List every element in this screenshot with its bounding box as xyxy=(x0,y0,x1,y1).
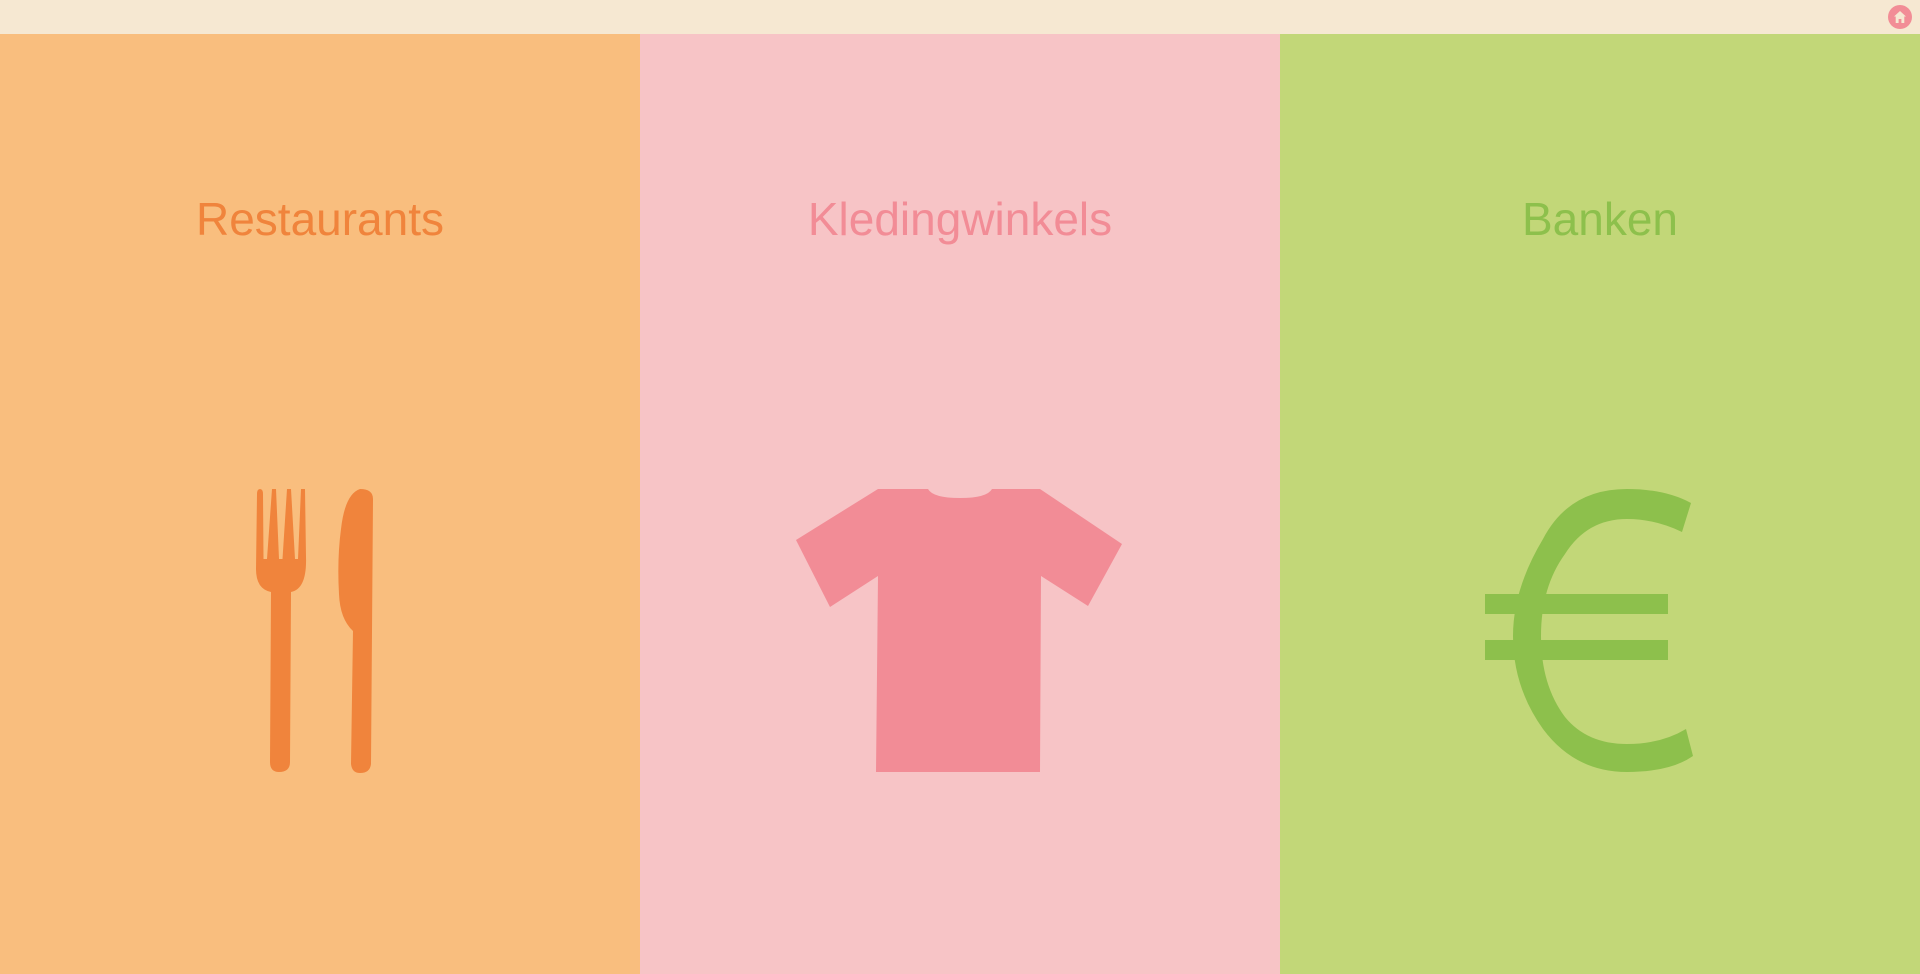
home-icon xyxy=(1894,11,1906,23)
category-kledingwinkels[interactable]: Kledingwinkels xyxy=(640,34,1280,974)
fork-knife-icon xyxy=(0,489,640,779)
category-banken[interactable]: Banken xyxy=(1280,34,1920,974)
euro-icon xyxy=(1280,489,1920,779)
category-restaurants[interactable]: Restaurants xyxy=(0,34,640,974)
top-bar xyxy=(0,0,1920,34)
category-panels: Restaurants Kledingwinkels Banken xyxy=(0,34,1920,974)
category-title-banken: Banken xyxy=(1521,193,1678,245)
category-title-kledingwinkels: Kledingwinkels xyxy=(807,193,1113,245)
tshirt-icon xyxy=(640,489,1280,779)
category-title-restaurants: Restaurants xyxy=(195,193,444,245)
home-button[interactable] xyxy=(1888,5,1912,29)
